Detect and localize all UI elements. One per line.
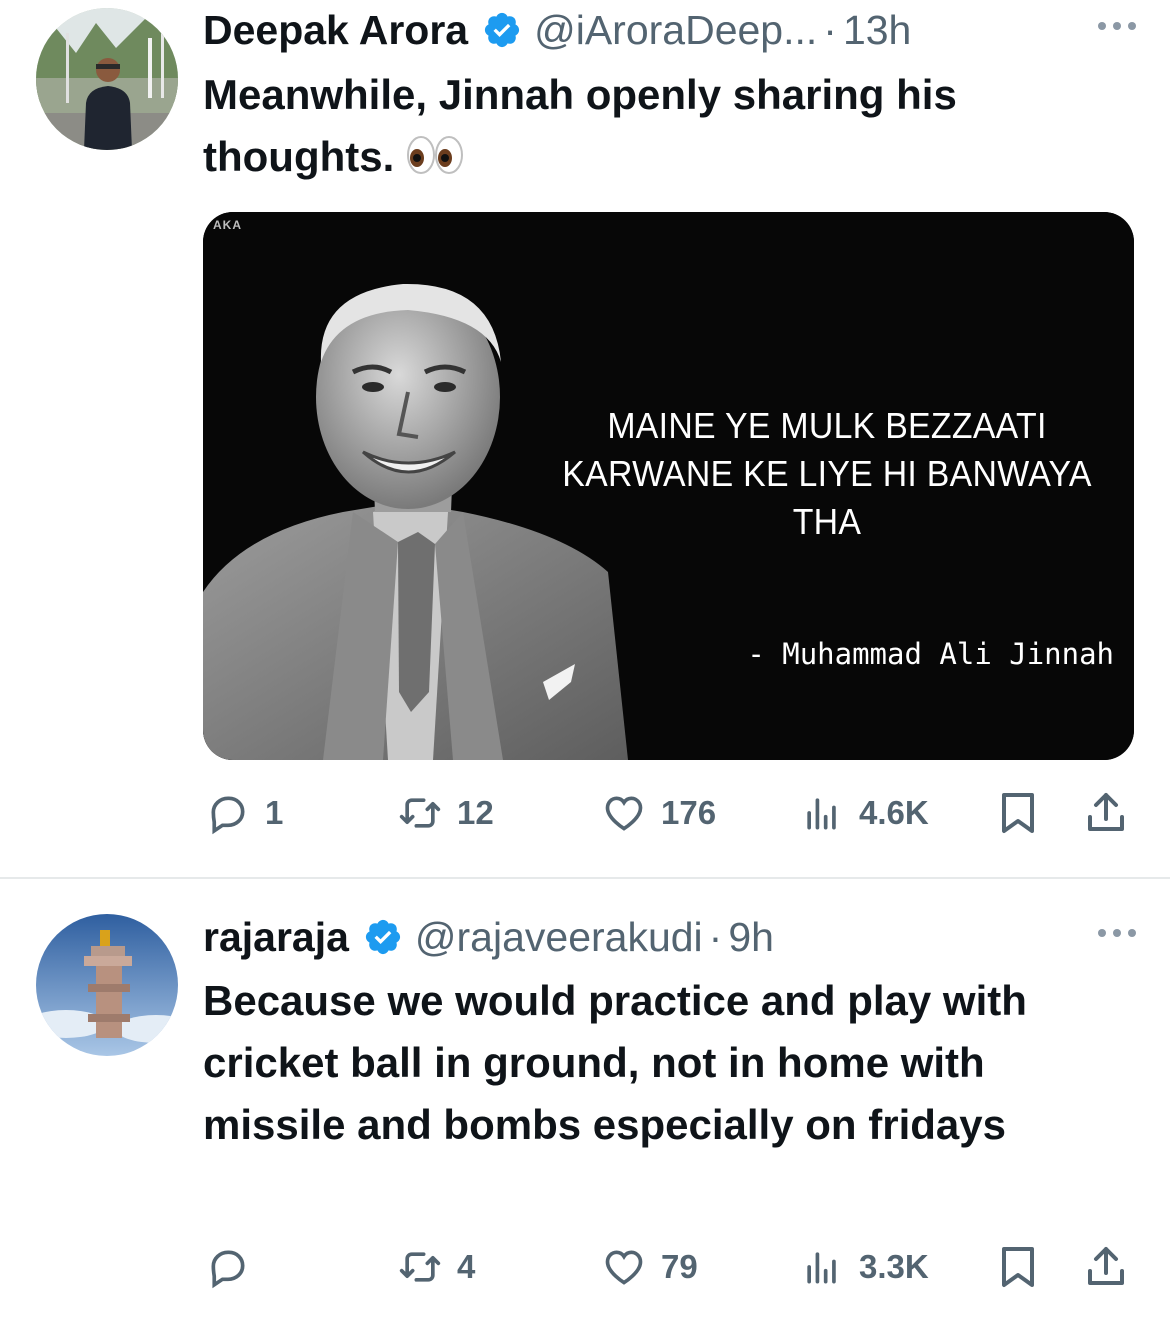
heart-icon [605, 1250, 643, 1285]
like-count: 79 [661, 1248, 698, 1285]
avatar[interactable] [36, 8, 178, 150]
tweet-divider [0, 877, 1170, 879]
tweet[interactable]: Deepak Arora @iAroraDeep... · 13h Meanwh… [0, 0, 1170, 878]
reply-button[interactable]: 1 [203, 788, 283, 838]
share-icon [1088, 1247, 1124, 1285]
author-name[interactable]: Deepak Arora [203, 7, 468, 54]
verified-badge-icon [485, 12, 520, 48]
avatar[interactable] [36, 914, 178, 1056]
author-name[interactable]: rajaraja [203, 914, 349, 961]
reply-icon [211, 1250, 245, 1289]
tweet-actions: 4 79 3.3K [203, 1242, 1134, 1292]
reply-button[interactable] [203, 1242, 265, 1292]
bookmark-icon [1002, 1247, 1034, 1287]
like-count: 176 [661, 794, 717, 831]
tweet-text-content: Meanwhile, Jinnah openly sharing his tho… [203, 71, 957, 180]
like-button[interactable]: 176 [599, 788, 716, 838]
bookmark-icon [1002, 793, 1034, 833]
meme-quote-text: MAINE YE MULK BEZZAATI KARWANE KE LIYE H… [562, 405, 1092, 542]
repost-icon [399, 1252, 441, 1282]
views-button[interactable]: 3.3K [797, 1242, 929, 1292]
tweet-image[interactable]: AKA MAINE YE MULK BEZZAATI KARWANE KE LI… [203, 212, 1134, 760]
tweet-header: Deepak Arora @iAroraDeep... · 13h [203, 2, 1140, 58]
tweet-text: Meanwhile, Jinnah openly sharing his tho… [203, 64, 1130, 188]
share-button[interactable] [1081, 1242, 1131, 1292]
separator-dot: · [708, 913, 723, 960]
tweet-actions: 1 12 176 4.6K [203, 788, 1134, 838]
like-button[interactable]: 79 [599, 1242, 698, 1292]
bookmark-button[interactable] [993, 788, 1043, 838]
verified-badge-icon [365, 919, 400, 955]
author-handle[interactable]: @iAroraDeep... [534, 7, 817, 54]
repost-button[interactable]: 4 [395, 1242, 475, 1292]
timestamp[interactable]: 9h [728, 914, 774, 961]
views-chart-icon [807, 798, 836, 830]
eyes-emoji-icon [407, 136, 464, 174]
meme-attribution: - Muhammad Ali Jinnah [747, 637, 1114, 671]
reply-count: 1 [265, 794, 284, 831]
views-count: 4.6K [859, 794, 929, 831]
repost-button[interactable]: 12 [395, 788, 494, 838]
reply-icon [211, 796, 245, 835]
avatar-photo [36, 914, 178, 1056]
more-options-icon[interactable] [1094, 16, 1140, 36]
views-chart-icon [807, 1252, 836, 1284]
tweet[interactable]: rajaraja @rajaveerakudi · 9h Because we … [0, 880, 1170, 1327]
media-watermark: AKA [213, 218, 242, 232]
repost-count: 12 [457, 794, 494, 831]
tweet-text: Because we would practice and play with … [203, 977, 1027, 1148]
more-options-icon[interactable] [1094, 923, 1140, 943]
avatar-photo [36, 8, 178, 150]
views-button[interactable]: 4.6K [797, 788, 929, 838]
share-button[interactable] [1081, 788, 1131, 838]
share-icon [1088, 793, 1124, 831]
tweet-header: rajaraja @rajaveerakudi · 9h [203, 909, 1140, 965]
timestamp[interactable]: 13h [843, 7, 911, 54]
heart-icon [605, 796, 643, 831]
views-count: 3.3K [859, 1248, 929, 1285]
repost-icon [399, 798, 441, 828]
repost-count: 4 [457, 1248, 476, 1285]
bookmark-button[interactable] [993, 1242, 1043, 1292]
author-handle[interactable]: @rajaveerakudi [415, 914, 703, 961]
separator-dot: · [823, 6, 837, 53]
